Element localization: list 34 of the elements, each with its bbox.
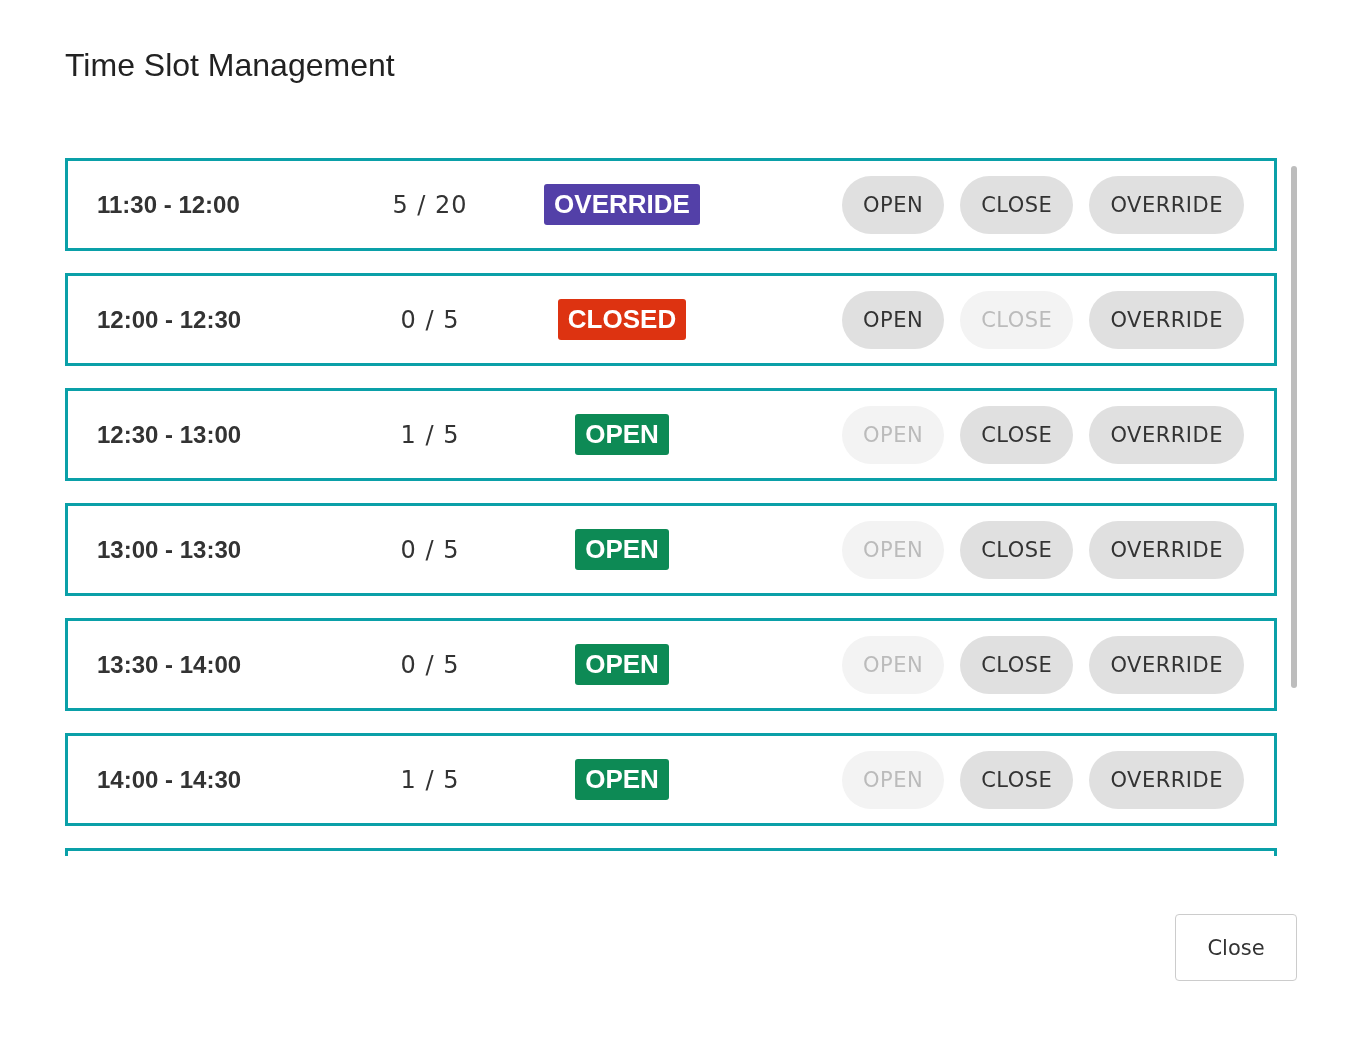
status-badge: OPEN bbox=[575, 414, 669, 455]
booking-count: 0 / 5 bbox=[400, 650, 460, 679]
booking-count: 1 / 5 bbox=[400, 420, 460, 449]
status-badge: CLOSED bbox=[557, 299, 687, 340]
action-button[interactable]: OVERRIDE bbox=[1089, 520, 1244, 579]
status-badge: OPEN bbox=[575, 759, 669, 800]
time-range: 14:00 - 14:30 bbox=[97, 765, 243, 794]
action-button[interactable]: OVERRIDE bbox=[1089, 175, 1244, 234]
time-range: 12:00 - 12:30 bbox=[97, 305, 243, 334]
action-button[interactable]: OPEN bbox=[841, 290, 945, 349]
time-range: 11:30 - 12:00 bbox=[97, 190, 241, 219]
booking-count: 0 / 5 bbox=[400, 535, 460, 564]
action-button[interactable]: OVERRIDE bbox=[1089, 750, 1244, 809]
action-button[interactable]: CLOSE bbox=[960, 750, 1074, 809]
action-button[interactable]: OVERRIDE bbox=[1089, 405, 1244, 464]
time-range: 13:30 - 14:00 bbox=[97, 650, 243, 679]
status-badge: OPEN bbox=[575, 529, 669, 570]
status-badge: OVERRIDE bbox=[544, 184, 700, 225]
action-button[interactable]: OPEN bbox=[841, 175, 945, 234]
dialog-title: Time Slot Management bbox=[65, 46, 396, 85]
booking-count: 1 / 5 bbox=[400, 765, 460, 794]
status-badge: OPEN bbox=[575, 644, 669, 685]
action-button[interactable]: CLOSE bbox=[960, 405, 1074, 464]
action-button[interactable]: CLOSE bbox=[960, 520, 1074, 579]
scrollbar[interactable] bbox=[1291, 166, 1297, 688]
booking-count: 0 / 5 bbox=[400, 305, 460, 334]
action-button[interactable]: OVERRIDE bbox=[1089, 290, 1244, 349]
time-range: 13:00 - 13:30 bbox=[97, 535, 243, 564]
booking-count: 5 / 20 bbox=[392, 190, 468, 219]
time-range: 12:30 - 13:00 bbox=[97, 420, 243, 449]
action-button[interactable]: CLOSE bbox=[960, 175, 1074, 234]
action-button[interactable]: CLOSE bbox=[960, 635, 1074, 694]
close-button[interactable]: Close bbox=[1175, 914, 1297, 981]
action-button[interactable]: OVERRIDE bbox=[1089, 635, 1244, 694]
